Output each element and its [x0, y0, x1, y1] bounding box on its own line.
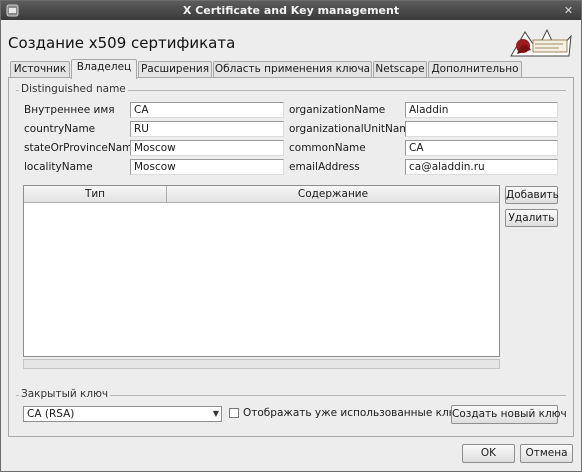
tab-extensions[interactable]: Расширения — [138, 61, 212, 78]
show-used-keys-label[interactable]: Отображать уже использованные ключи — [243, 407, 471, 419]
dn-label-country: countryName — [24, 123, 96, 135]
title-bar[interactable]: X Certificate and Key management ✕ — [1, 1, 581, 20]
dn-label-organization: organizationName — [289, 104, 386, 116]
org-unit-field[interactable] — [405, 121, 558, 137]
tab-key-usage[interactable]: Область применения ключа — [213, 61, 372, 78]
dn-label-common-name: commonName — [289, 142, 366, 154]
extra-entries-table[interactable]: Тип Содержание — [23, 185, 500, 357]
horizontal-scrollbar[interactable] — [23, 359, 500, 369]
locality-field[interactable]: Moscow — [130, 159, 284, 175]
window-title: X Certificate and Key management — [182, 4, 400, 17]
create-key-button[interactable]: Создать новый ключ — [451, 405, 567, 424]
dn-group-title: Distinguished name — [19, 83, 128, 95]
dn-label-org-unit: organizationalUnitName — [289, 123, 416, 135]
dn-label-internal-name: Внутреннее имя — [24, 104, 115, 116]
country-field[interactable]: RU — [130, 121, 284, 137]
show-used-keys-checkbox[interactable] — [229, 408, 239, 418]
private-key-selected-value: CA (RSA) — [27, 408, 75, 420]
page-title: Создание x509 сертификата — [8, 34, 236, 52]
tab-source[interactable]: Источник — [10, 61, 70, 78]
add-button[interactable]: Добавить — [505, 186, 559, 204]
close-icon[interactable]: ✕ — [562, 4, 575, 17]
logo-icon — [510, 28, 572, 57]
column-header-type[interactable]: Тип — [24, 186, 167, 203]
common-name-field[interactable]: CA — [405, 140, 558, 156]
organization-field[interactable]: Aladdin — [405, 102, 558, 118]
app-icon — [6, 4, 19, 17]
email-field[interactable]: ca@aladdin.ru — [405, 159, 558, 175]
tab-owner[interactable]: Владелец — [71, 59, 137, 79]
dn-label-email: emailAddress — [289, 161, 360, 173]
column-header-content[interactable]: Содержание — [167, 186, 499, 203]
ok-button[interactable]: OK — [462, 444, 515, 463]
chevron-down-icon: ▼ — [212, 409, 219, 418]
internal-name-field[interactable]: CA — [130, 102, 284, 118]
private-key-group-title: Закрытый ключ — [19, 388, 111, 400]
private-key-select[interactable]: CA (RSA) ▼ — [23, 406, 222, 422]
dn-label-state: stateOrProvinceName — [24, 142, 139, 154]
tab-advanced[interactable]: Дополнительно — [428, 61, 522, 78]
state-field[interactable]: Moscow — [130, 140, 284, 156]
cancel-button[interactable]: Отмена — [520, 444, 573, 463]
tab-netscape[interactable]: Netscape — [373, 61, 427, 78]
main-window: X Certificate and Key management ✕ Созда… — [0, 0, 582, 472]
dn-label-locality: localityName — [24, 161, 93, 173]
remove-button[interactable]: Удалить — [505, 209, 558, 227]
